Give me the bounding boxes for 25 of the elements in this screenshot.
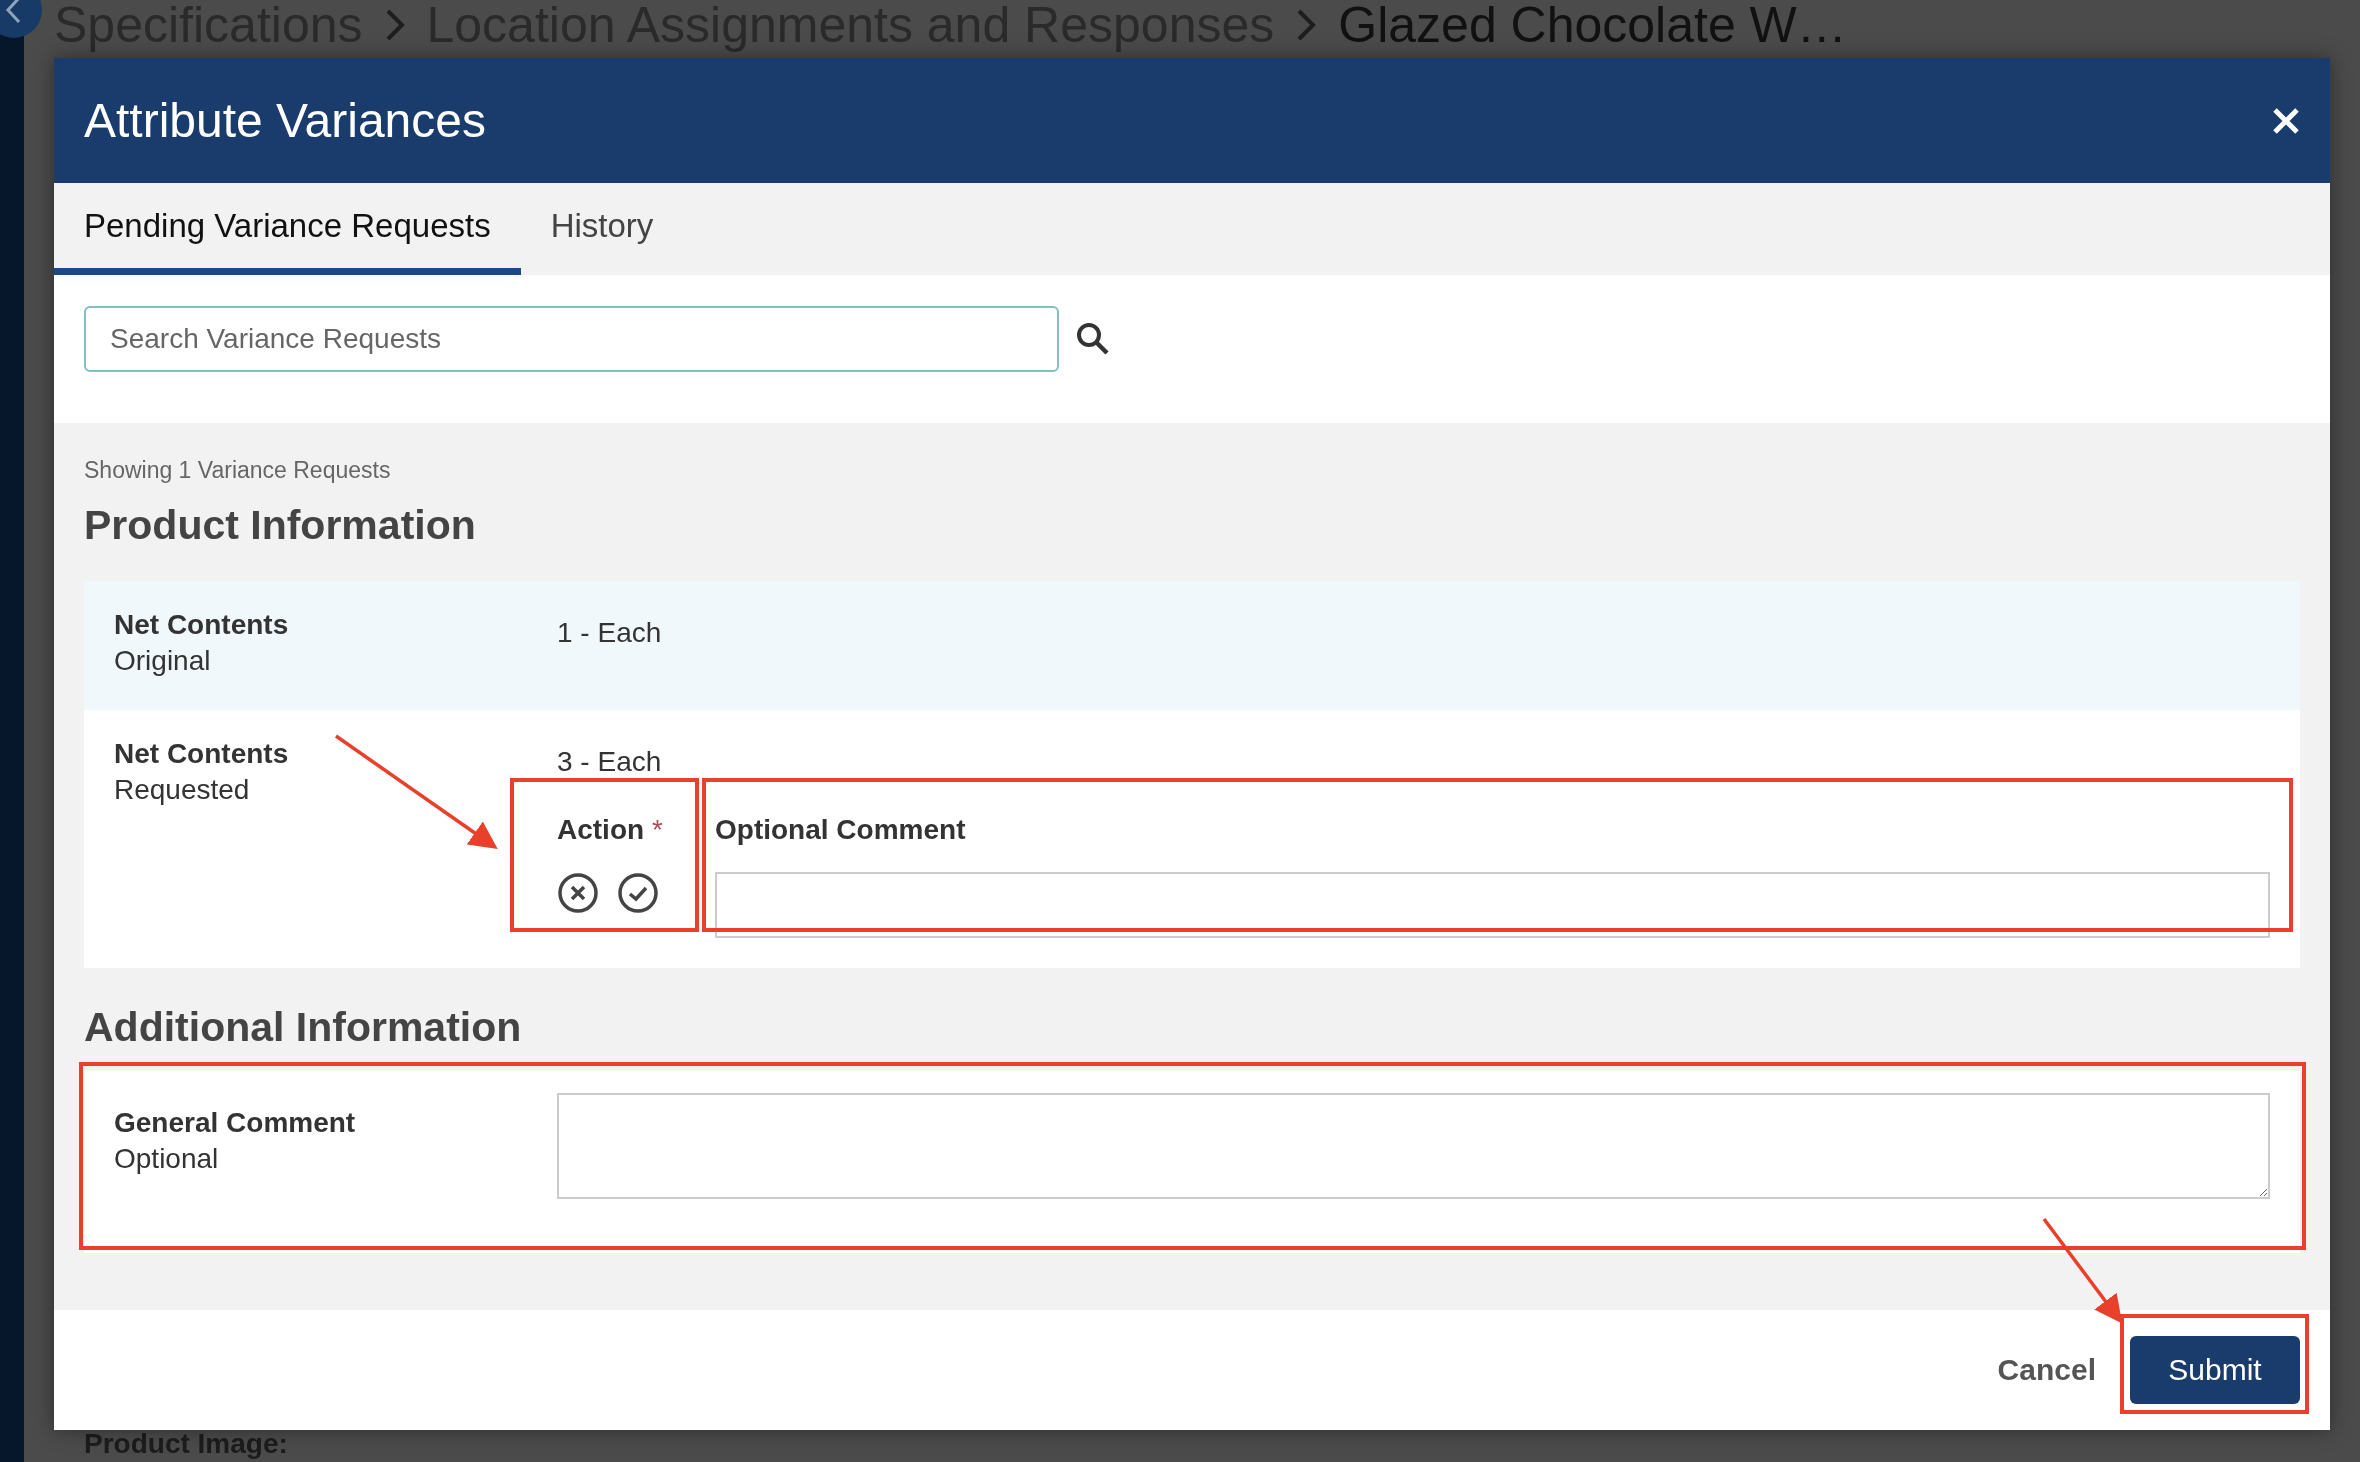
reject-icon[interactable] (557, 872, 599, 914)
result-count: Showing 1 Variance Requests (84, 457, 392, 484)
close-icon[interactable] (2272, 106, 2300, 135)
comment-sublabel: Optional (114, 1143, 220, 1175)
dialog-title: Attribute Variances (84, 93, 486, 148)
comment-label: Optional Comment (715, 814, 967, 846)
approve-icon[interactable] (617, 872, 659, 914)
section-heading: Product Information (84, 502, 477, 549)
attribute-label: Net Contents (114, 738, 290, 770)
comment-field[interactable] (715, 872, 2270, 938)
attribute-value: 3 - Each (557, 746, 663, 778)
tab[interactable]: History (520, 183, 684, 275)
comment-label: General Comment (114, 1107, 357, 1139)
section-heading: Additional Information (84, 1004, 523, 1051)
action-label: Action (557, 814, 645, 846)
submit-button[interactable]: Submit (2130, 1336, 2300, 1404)
cancel-button[interactable]: Cancel (1991, 1352, 2102, 1388)
required-mark: * (652, 814, 663, 846)
search-icon[interactable] (1075, 321, 1111, 357)
attribute-value: 1 - Each (557, 617, 663, 649)
breadcrumb-item: Glazed Chocolate W… (1338, 0, 1847, 54)
attribute-label: Net Contents (114, 609, 290, 641)
attribute-sublabel: Requested (114, 774, 251, 806)
search-field[interactable]: Search Variance Requests (84, 306, 1059, 372)
attribute-sublabel: Original (114, 645, 212, 677)
